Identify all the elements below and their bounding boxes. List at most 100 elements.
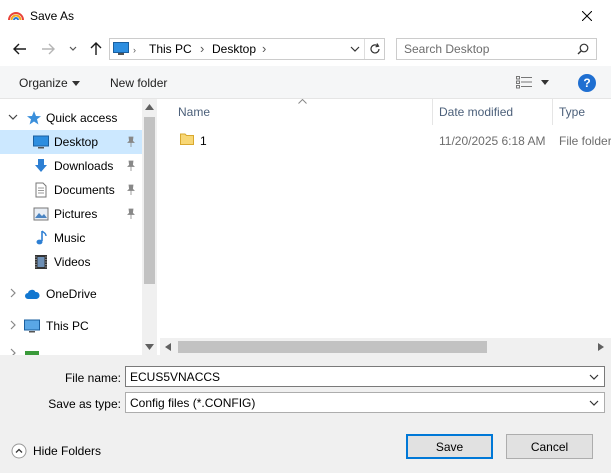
nav-item-downloads[interactable]: Downloads — [0, 154, 142, 178]
file-name-value[interactable]: ECUS5VNACCS — [130, 370, 220, 384]
refresh-icon[interactable] — [369, 43, 381, 55]
address-divider — [364, 39, 365, 59]
back-button[interactable] — [10, 39, 30, 59]
address-dropdown-icon[interactable] — [350, 46, 360, 53]
address-bar[interactable]: › This PC › Desktop › — [109, 38, 385, 60]
breadcrumb-this-pc[interactable]: This PC — [149, 42, 192, 56]
file-name-field[interactable]: ECUS5VNACCS — [125, 366, 605, 387]
column-header-type[interactable]: Type — [559, 105, 585, 119]
column-separator[interactable] — [552, 99, 553, 125]
window-title: Save As — [30, 9, 75, 23]
nav-item-desktop[interactable]: Desktop — [0, 130, 142, 154]
nav-item-partial — [0, 346, 142, 355]
chevron-right-icon — [10, 348, 16, 355]
hide-folders-label[interactable]: Hide Folders — [33, 444, 101, 458]
recent-locations-button[interactable] — [63, 39, 83, 59]
save-button[interactable]: Save — [406, 434, 493, 459]
chevron-right-icon[interactable] — [8, 288, 18, 298]
view-options-icon[interactable] — [516, 76, 533, 89]
monitor-icon — [113, 42, 129, 55]
save-as-type-select[interactable]: Config files (*.CONFIG) — [125, 392, 605, 413]
scroll-down-icon[interactable] — [145, 344, 154, 350]
arrow-up-icon — [90, 42, 102, 55]
help-icon[interactable]: ? — [578, 74, 596, 92]
chevron-down-icon[interactable] — [589, 373, 599, 381]
close-icon — [582, 10, 592, 21]
document-icon — [35, 182, 47, 198]
nav-this-pc[interactable]: This PC — [0, 314, 142, 338]
chevron-right-icon[interactable] — [8, 320, 18, 330]
up-button[interactable] — [86, 39, 106, 59]
forward-button[interactable] — [38, 39, 58, 59]
toolbar: Organize New folder ? — [0, 66, 611, 99]
breadcrumb-desktop[interactable]: Desktop — [212, 42, 256, 56]
navigation-pane: Quick access Desktop Downloads Documents… — [0, 99, 158, 355]
column-header-name[interactable]: Name — [178, 105, 210, 119]
chevron-up-circle-icon[interactable] — [11, 443, 27, 459]
star-icon — [27, 111, 41, 125]
nav-item-music[interactable]: Music — [0, 226, 142, 250]
file-name: 1 — [200, 134, 207, 148]
scroll-up-icon[interactable] — [145, 104, 154, 110]
sort-ascending-icon — [298, 99, 307, 104]
file-name-label: File name: — [64, 371, 121, 385]
chevron-down-icon[interactable] — [8, 112, 18, 122]
nav-item-documents[interactable]: Documents — [0, 178, 142, 202]
table-row[interactable]: 1 11/20/2025 6:18 AM File folder — [158, 129, 611, 151]
search-box[interactable] — [396, 38, 597, 60]
cloud-icon — [25, 289, 40, 299]
nav-quick-access[interactable]: Quick access — [0, 106, 142, 130]
file-list: Name Date modified Type 1 11/20/2025 6:1… — [158, 99, 611, 355]
organize-button[interactable]: Organize — [19, 76, 68, 90]
arrow-right-icon — [42, 43, 55, 55]
title-bar: Save As — [0, 0, 611, 31]
file-date: 11/20/2025 6:18 AM — [439, 134, 546, 148]
pin-icon[interactable] — [125, 160, 137, 172]
nav-onedrive[interactable]: OneDrive — [0, 282, 142, 306]
folder-icon — [180, 133, 194, 145]
save-as-type-value[interactable]: Config files (*.CONFIG) — [130, 396, 255, 410]
hide-folders-toggle[interactable] — [11, 443, 27, 459]
chevron-down-icon — [69, 46, 77, 51]
close-button[interactable] — [564, 0, 610, 31]
cancel-button[interactable]: Cancel — [506, 434, 593, 459]
view-dropdown-icon[interactable] — [541, 80, 549, 85]
desktop-icon — [33, 135, 49, 149]
chevron-down-icon[interactable] — [589, 399, 599, 407]
breadcrumb-separator: › — [262, 41, 267, 56]
pin-icon[interactable] — [125, 136, 137, 148]
nav-this-pc-label: This PC — [46, 319, 89, 333]
computer-icon — [24, 319, 40, 333]
music-note-icon — [36, 230, 47, 245]
file-type: File folder — [559, 134, 611, 148]
search-input[interactable] — [404, 42, 574, 56]
breadcrumb-separator: › — [200, 41, 205, 56]
pin-icon[interactable] — [125, 208, 137, 220]
column-header-date[interactable]: Date modified — [439, 105, 513, 119]
nav-item-pictures[interactable]: Pictures — [0, 202, 142, 226]
search-icon[interactable] — [577, 43, 589, 55]
download-arrow-icon — [35, 159, 47, 172]
nav-onedrive-label: OneDrive — [46, 287, 97, 301]
horizontal-scrollbar-thumb[interactable] — [178, 341, 487, 353]
save-as-type-label: Save as type: — [48, 397, 121, 411]
nav-item-label: Downloads — [54, 159, 114, 173]
new-folder-button[interactable]: New folder — [110, 76, 167, 90]
nav-scrollbar-thumb[interactable] — [144, 117, 155, 284]
pin-icon[interactable] — [125, 184, 137, 196]
breadcrumb-separator: › — [133, 45, 136, 55]
nav-item-label: Music — [54, 231, 86, 245]
nav-quick-access-label: Quick access — [46, 111, 118, 125]
nav-item-videos[interactable]: Videos — [0, 250, 142, 274]
nav-item-label: Videos — [54, 255, 91, 269]
scroll-right-icon[interactable] — [598, 343, 604, 351]
drive-icon — [25, 351, 39, 355]
column-separator[interactable] — [432, 99, 433, 125]
nav-item-label: Documents — [54, 183, 115, 197]
film-icon — [35, 255, 47, 269]
arrow-left-icon — [13, 43, 26, 55]
nav-item-label: Pictures — [54, 207, 98, 221]
nav-item-label: Desktop — [54, 135, 99, 149]
scroll-left-icon[interactable] — [165, 343, 171, 351]
organize-dropdown-icon[interactable] — [72, 81, 80, 86]
